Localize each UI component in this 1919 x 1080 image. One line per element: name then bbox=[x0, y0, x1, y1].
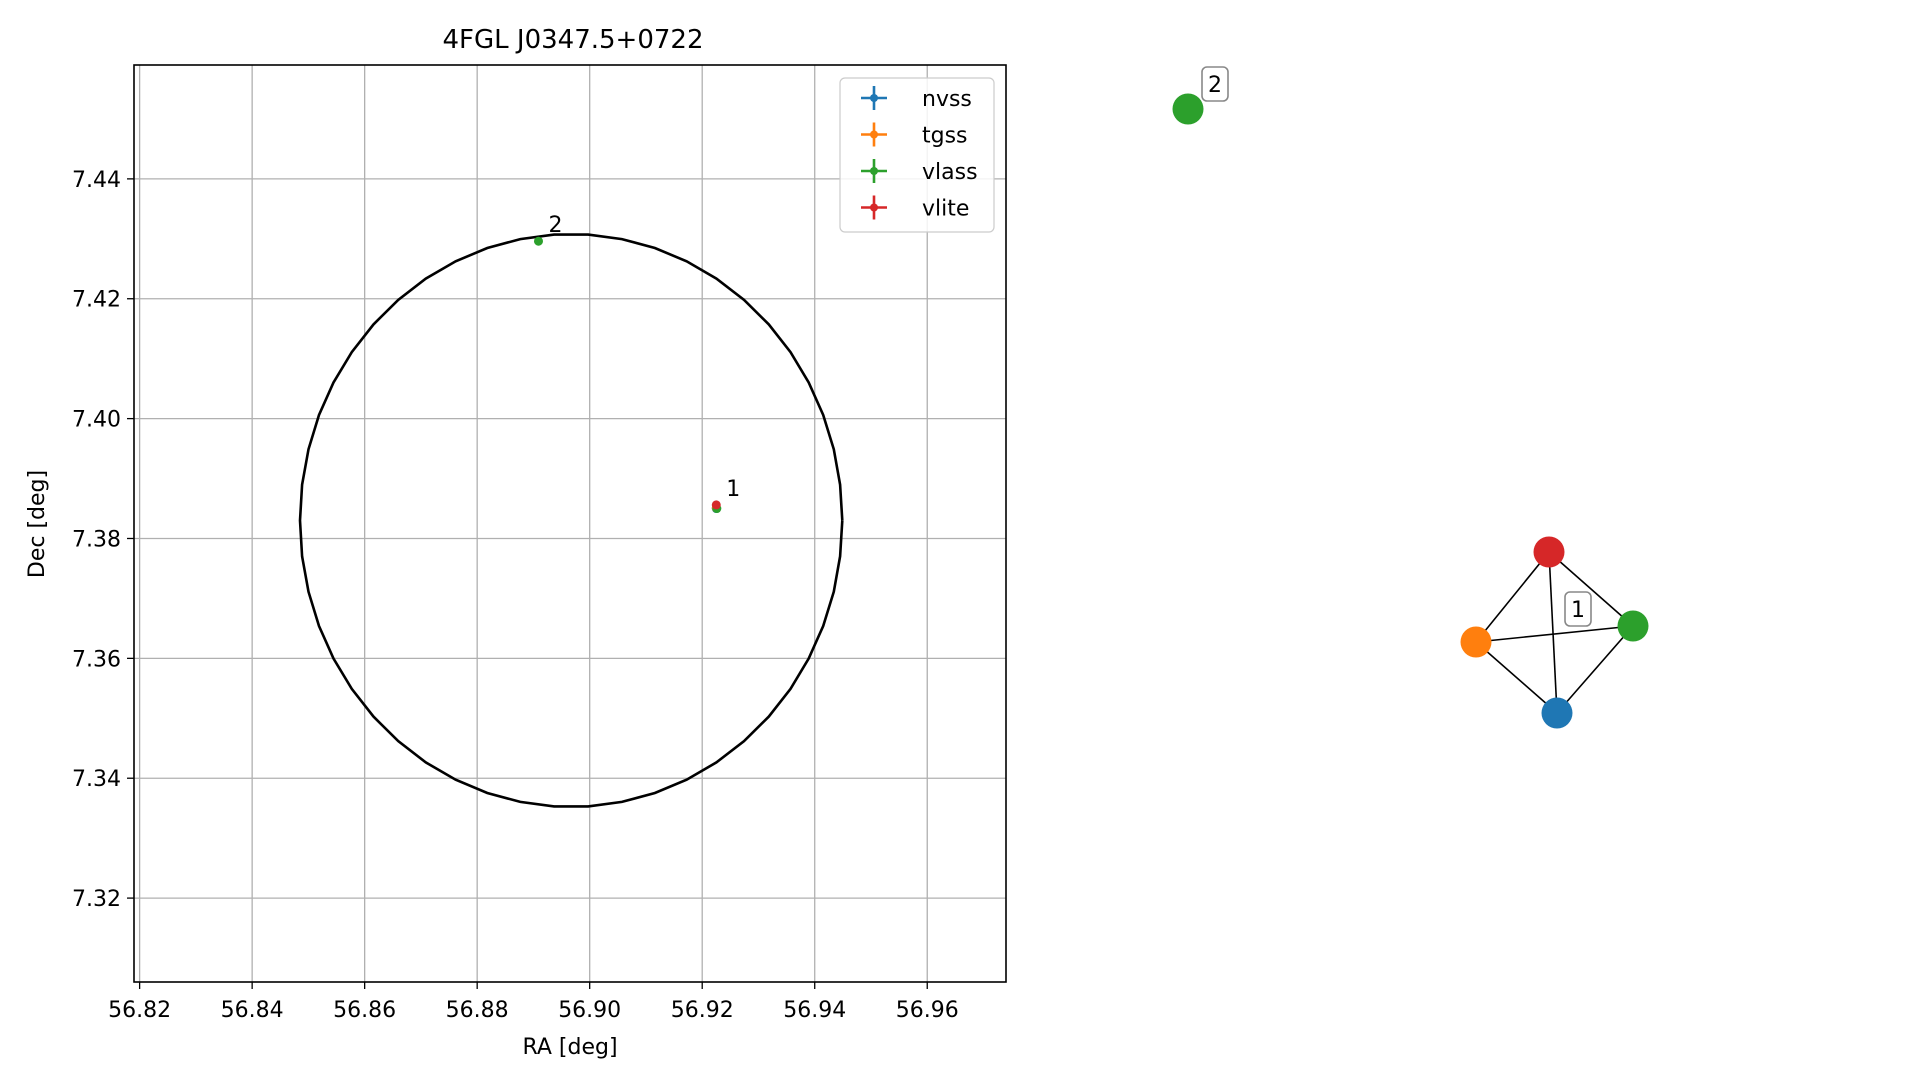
x-axis-label: RA [deg] bbox=[522, 1035, 617, 1060]
x-tick-label: 56.96 bbox=[896, 998, 959, 1023]
y-axis-ticks: 7.32 7.34 7.36 7.38 7.40 7.42 7.44 bbox=[72, 168, 134, 912]
x-tick-label: 56.86 bbox=[333, 998, 396, 1023]
legend-marker-dot bbox=[870, 167, 878, 175]
x-tick-label: 56.92 bbox=[671, 998, 734, 1023]
legend: nvss tgss vlass vlite bbox=[839, 77, 995, 233]
legend-label: vlite bbox=[922, 197, 969, 222]
x-tick-label: 56.94 bbox=[783, 998, 846, 1023]
legend-label: nvss bbox=[922, 87, 972, 112]
y-tick-label: 7.32 bbox=[72, 887, 121, 912]
x-tick-label: 56.90 bbox=[558, 998, 621, 1023]
y-tick-label: 7.42 bbox=[72, 288, 121, 313]
point-annotation: 1 bbox=[726, 477, 740, 502]
error-circle bbox=[298, 233, 844, 808]
legend-label: vlass bbox=[922, 160, 978, 185]
chart-title: 4FGL J0347.5+0722 bbox=[443, 25, 704, 55]
graph-edge bbox=[1475, 625, 1634, 643]
y-tick-label: 7.40 bbox=[72, 408, 121, 433]
graph-node-vlass bbox=[1617, 610, 1649, 642]
legend-marker-dot bbox=[870, 130, 878, 139]
y-tick-label: 7.34 bbox=[72, 767, 121, 792]
x-tick-label: 56.82 bbox=[108, 998, 171, 1023]
graph-edge bbox=[1556, 625, 1634, 714]
match-graph: 21 bbox=[1172, 66, 1649, 729]
y-tick-label: 7.38 bbox=[72, 527, 121, 552]
x-axis-ticks: 56.82 56.84 56.86 56.88 56.90 56.92 56.94 56.96 bbox=[108, 982, 959, 1023]
cluster-label: 2 bbox=[1208, 73, 1222, 98]
graph-node-vlite bbox=[1533, 536, 1565, 568]
data-point-vlass bbox=[533, 236, 543, 246]
figure-canvas: 4FGL J0347.5+0722 21 56.82 56.84 56.86 56.8… bbox=[25, 25, 1649, 1060]
graph-edge bbox=[1548, 551, 1558, 714]
x-tick-label: 56.88 bbox=[446, 998, 509, 1023]
data-points-layer bbox=[533, 236, 722, 514]
graph-edge bbox=[1475, 551, 1550, 643]
legend-marker-dot bbox=[870, 94, 878, 102]
graph-node-nvss bbox=[1541, 697, 1573, 729]
point-annotations: 21 bbox=[548, 213, 740, 502]
x-tick-label: 56.84 bbox=[221, 998, 284, 1023]
cluster-label: 1 bbox=[1571, 598, 1585, 623]
data-point-vlite bbox=[711, 500, 721, 510]
legend-marker-dot bbox=[870, 203, 878, 212]
y-axis-label: Dec [deg] bbox=[25, 470, 50, 578]
graph-edge bbox=[1475, 641, 1558, 714]
point-annotation: 2 bbox=[548, 213, 562, 238]
graph-node-tgss bbox=[1460, 626, 1492, 658]
y-tick-label: 7.36 bbox=[72, 647, 121, 672]
graph-node-vlass bbox=[1172, 93, 1204, 125]
y-tick-label: 7.44 bbox=[72, 168, 121, 193]
legend-label: tgss bbox=[922, 124, 968, 149]
error-circle-layer bbox=[298, 233, 844, 808]
